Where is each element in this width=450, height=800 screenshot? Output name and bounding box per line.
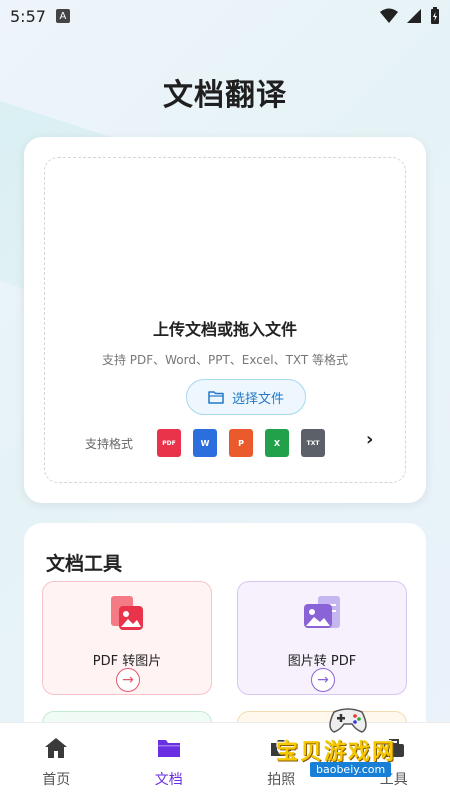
pdf-format-icon: PDF — [157, 429, 182, 457]
tool-label: PDF 转图片 — [92, 654, 162, 669]
ppt-format-icon: P — [229, 429, 254, 457]
nav-label: 文档 — [154, 772, 183, 788]
supported-formats: 支持格式 PDF W P X TXT — [85, 428, 385, 458]
choose-file-label: 选择文件 — [231, 391, 284, 407]
status-time: 5:57 — [10, 6, 46, 26]
arrow-right-icon: → — [116, 668, 140, 692]
nav-label: 首页 — [42, 772, 71, 788]
folder-icon — [157, 740, 180, 757]
excel-format-icon: X — [265, 429, 290, 457]
toolbox-icon — [383, 739, 404, 757]
home-icon — [45, 738, 68, 758]
nav-item-tools[interactable]: 工具 — [338, 723, 450, 800]
upload-title: 上传文档或拖入文件 — [152, 320, 297, 339]
choose-file-button[interactable]: 选择文件 — [186, 379, 306, 415]
upload-card: 上传文档或拖入文件 支持 PDF、Word、PPT、Excel、TXT 等格式 … — [24, 137, 426, 503]
document-tools-card: 文档工具 PDF 转图片 → 图片转 PDF → — [24, 523, 426, 743]
txt-format-icon: TXT — [301, 429, 326, 457]
chevron-right-icon[interactable]: › — [366, 429, 373, 450]
pdf-to-image-icon — [111, 596, 143, 630]
pdf-to-image-tool[interactable]: PDF 转图片 → — [42, 581, 212, 695]
upload-subtitle: 支持 PDF、Word、PPT、Excel、TXT 等格式 — [101, 353, 349, 367]
tools-title: 文档工具 — [46, 553, 123, 575]
nav-label: 工具 — [379, 772, 408, 788]
file-dropzone[interactable]: 上传文档或拖入文件 支持 PDF、Word、PPT、Excel、TXT 等格式 … — [44, 157, 406, 483]
wifi-icon — [380, 8, 398, 23]
tool-label: 图片转 PDF — [287, 654, 357, 669]
battery-icon — [431, 7, 439, 24]
nav-item-home[interactable]: 首页 — [0, 723, 113, 800]
nav-item-documents[interactable]: 文档 — [113, 723, 226, 800]
status-bar: 5:57 A — [0, 0, 450, 32]
folder-outline-icon — [208, 391, 224, 404]
arrow-right-icon: → — [311, 668, 335, 692]
camera-icon — [271, 740, 292, 756]
word-format-icon: W — [193, 429, 218, 457]
notification-icon: A — [55, 9, 70, 23]
status-icons — [380, 7, 440, 25]
image-to-pdf-icon — [304, 596, 340, 628]
nav-item-camera[interactable]: 拍照 — [225, 723, 338, 800]
page-title: 文档翻译 — [163, 78, 287, 113]
image-to-pdf-tool[interactable]: 图片转 PDF → — [237, 581, 407, 695]
nav-label: 拍照 — [267, 772, 296, 788]
formats-label: 支持格式 — [85, 436, 134, 451]
bottom-navigation: 首页 文档 拍照 工具 — [0, 722, 450, 800]
signal-icon — [407, 9, 421, 23]
